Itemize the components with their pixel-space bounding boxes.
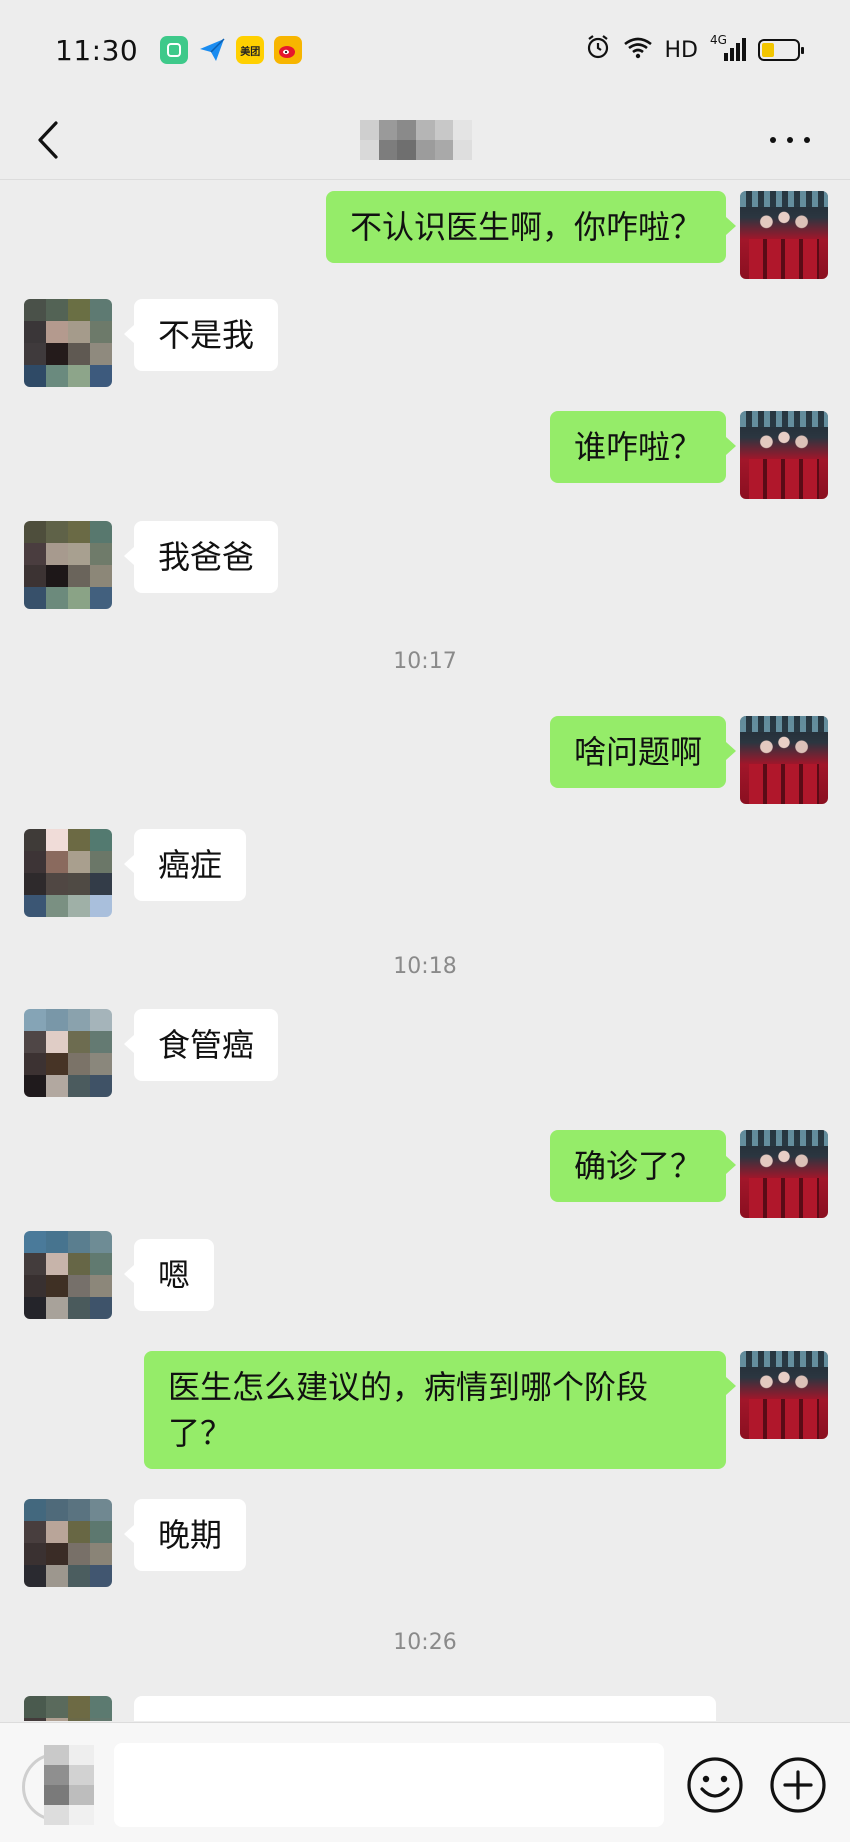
input-bar <box>0 1722 850 1842</box>
meituan-icon: 美团 <box>236 36 265 64</box>
voice-icon <box>44 1745 94 1825</box>
wifi-icon <box>623 35 653 65</box>
notification-app-icon <box>160 36 189 64</box>
contact-avatar[interactable] <box>24 1009 112 1097</box>
incoming-message[interactable]: 癌症 <box>123 829 247 901</box>
contact-avatar[interactable] <box>24 1231 112 1319</box>
status-time: 11:30 <box>55 33 139 67</box>
incoming-message[interactable]: 晚期 <box>123 1499 247 1571</box>
timestamp: 10:26 <box>393 1630 457 1655</box>
timestamp: 10:17 <box>393 649 457 674</box>
weibo-icon <box>274 36 303 64</box>
self-avatar[interactable] <box>740 1351 828 1439</box>
signal-icon: 4G <box>710 33 746 63</box>
contact-avatar[interactable] <box>24 1696 112 1721</box>
more-dots-icon <box>770 137 776 143</box>
self-avatar[interactable] <box>740 1130 828 1218</box>
contact-avatar[interactable] <box>24 1499 112 1587</box>
chat-title-pixelated <box>360 120 472 160</box>
self-avatar[interactable] <box>740 191 828 279</box>
outgoing-message[interactable]: 谁咋啦？ <box>549 411 737 483</box>
plus-icon <box>770 1757 826 1813</box>
timestamp: 10:18 <box>393 954 457 979</box>
contact-avatar[interactable] <box>24 521 112 609</box>
outgoing-message[interactable]: 不认识医生啊，你咋啦？ <box>325 191 737 263</box>
incoming-message[interactable]: 不是我 <box>123 299 279 371</box>
self-avatar[interactable] <box>740 411 828 499</box>
plus-button[interactable] <box>768 1755 828 1815</box>
alarm-icon <box>585 34 611 66</box>
self-avatar[interactable] <box>740 716 828 804</box>
paper-plane-icon <box>198 36 226 64</box>
nav-bar <box>0 100 850 180</box>
outgoing-message[interactable]: 医生怎么建议的，病情到哪个阶段 了？ <box>144 1351 736 1469</box>
network-label: HD <box>664 37 698 63</box>
outgoing-message[interactable]: 确诊了？ <box>549 1130 737 1202</box>
meituan-label: 美团 <box>240 46 261 58</box>
chevron-left-icon <box>38 121 58 159</box>
incoming-message[interactable]: 食管癌 <box>123 1009 279 1081</box>
message-input[interactable] <box>114 1743 664 1827</box>
incoming-message[interactable]: 我爸爸 <box>123 521 279 593</box>
status-right: HD 4G <box>585 33 804 66</box>
emoji-button[interactable] <box>685 1755 745 1815</box>
contact-avatar[interactable] <box>24 299 112 387</box>
chat-message-list[interactable]: 不认识医生啊，你咋啦？ 不是我 谁咋啦？ 我爸爸 10:17 啥问题啊 癌症 1… <box>0 181 850 1721</box>
status-bar: 11:30 美团 HD 4G <box>0 0 850 100</box>
notification-icons: 美团 <box>160 36 303 64</box>
more-button[interactable] <box>770 122 810 158</box>
outgoing-message[interactable]: 啥问题啊 <box>549 716 737 788</box>
battery-icon <box>758 39 804 61</box>
emoji-icon <box>687 1757 743 1813</box>
incoming-message-partial[interactable] <box>134 1696 716 1721</box>
contact-avatar[interactable] <box>24 829 112 917</box>
back-button[interactable] <box>28 118 68 162</box>
incoming-message[interactable]: 嗯 <box>123 1239 215 1311</box>
battery-fill <box>762 43 774 57</box>
